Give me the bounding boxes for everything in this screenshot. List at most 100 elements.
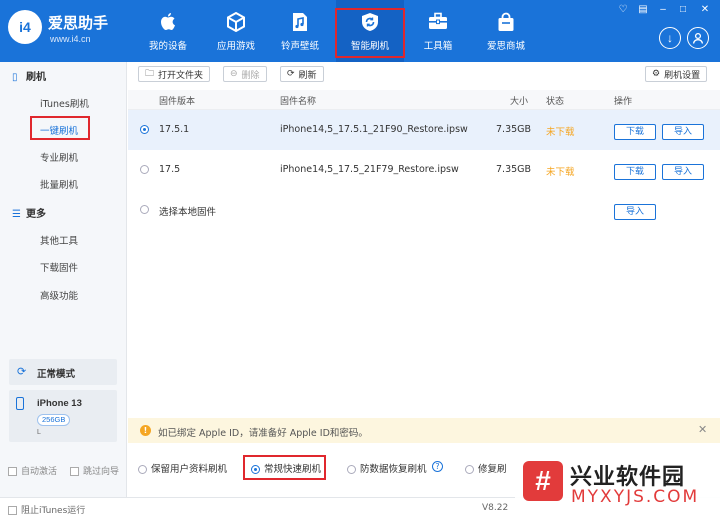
row-filename: iPhone14,5_17.5.1_21F90_Restore.ipsw (280, 124, 468, 135)
delete-icon: ⊖ (230, 69, 238, 79)
radio-circle (138, 465, 147, 474)
sidebar: ▯ 刷机 iTunes刷机 一键刷机 专业刷机 批量刷机 ☰ 更多 其他工具 下载固… (0, 62, 127, 518)
nav-apps-games[interactable]: 应用游戏 (202, 0, 270, 62)
notice-text: 如已绑定 Apple ID，请准备好 Apple ID和密码。 (158, 428, 368, 439)
row-radio[interactable] (140, 165, 149, 174)
iphone-icon (16, 397, 24, 410)
download-icon[interactable]: ↓ (659, 27, 681, 49)
nav-label: 我的设备 (148, 41, 187, 52)
row-radio[interactable] (140, 125, 149, 134)
sidebar-item-itunes-flash[interactable]: iTunes刷机 (40, 96, 89, 110)
row-filename: iPhone14,5_17.5_21F79_Restore.ipsw (280, 164, 459, 175)
notice-bar: ! 如已绑定 Apple ID，请准备好 Apple ID和密码。 ✕ (128, 418, 720, 443)
repair-option[interactable]: 修复刷 (465, 461, 507, 475)
table-header: 固件版本 固件名称 大小 状态 操作 (128, 90, 720, 110)
keep-data-option[interactable]: 保留用户资料刷机 (138, 461, 227, 475)
device-extra: L (37, 429, 41, 436)
sidebar-item-one-click-flash[interactable]: 一键刷机 (40, 123, 78, 137)
app-logo: i4 (8, 10, 42, 44)
local-firmware-row[interactable]: 选择本地固件 导入 (128, 190, 720, 230)
radio-circle (465, 465, 474, 474)
mode-label: 正常模式 (37, 369, 76, 380)
sidebar-item-batch-flash[interactable]: 批量刷机 (40, 177, 78, 191)
skin-icon[interactable]: ♡ (616, 4, 630, 15)
radio-circle (251, 465, 260, 474)
auto-activate-checkbox[interactable]: 自动激活 (8, 464, 57, 477)
nav-toolbox[interactable]: 工具箱 (404, 0, 472, 62)
checkbox-box (8, 467, 17, 476)
user-icon[interactable] (687, 27, 709, 49)
maximize-icon[interactable]: □ (676, 4, 690, 15)
open-folder-button[interactable]: 🗀 打开文件夹 (138, 66, 211, 82)
help-icon[interactable]: ? (432, 461, 443, 472)
mode-panel: ⟳ 正常模式 (9, 359, 117, 385)
toolbox-icon (428, 12, 448, 32)
music-file-icon (290, 12, 310, 32)
nav-ringtones-wallpaper[interactable]: 铃声壁纸 (266, 0, 334, 62)
col-version: 固件版本 (159, 97, 196, 107)
watermark-url: MYXYJS.COM (571, 487, 700, 507)
radio-circle (347, 465, 356, 474)
list-icon: ☰ (12, 209, 21, 220)
device-panel[interactable]: iPhone 13 256GB L (9, 390, 117, 442)
close-notice-icon[interactable]: ✕ (698, 423, 707, 436)
sidebar-item-pro-flash[interactable]: 专业刷机 (40, 150, 78, 164)
anti-recovery-option[interactable]: 防数据恢复刷机 (347, 461, 427, 475)
nav-label: 工具箱 (423, 41, 453, 52)
flash-settings-button[interactable]: ⚙ 刷机设置 (645, 66, 708, 82)
nav-my-device[interactable]: 我的设备 (134, 0, 202, 62)
import-button[interactable]: 导入 (662, 164, 704, 180)
nav-label: 爱思商城 (486, 41, 525, 52)
main-panel: 🗀 打开文件夹 ⊖ 删除 ⟳ 刷新 ⚙ 刷机设置 固件版本 固件名称 大小 状态 操作 … (128, 62, 720, 518)
top-bar: i4 爱思助手 www.i4.cn 我的设备 应用游戏 铃声壁纸 智能刷机 工具… (0, 0, 720, 62)
menu-icon[interactable]: ▤ (636, 4, 650, 15)
nav-store[interactable]: 爱思商城 (472, 0, 540, 62)
import-button[interactable]: 导入 (662, 124, 704, 140)
col-status: 状态 (546, 97, 565, 107)
checkbox-box (8, 506, 17, 515)
table-row[interactable]: 17.5.1 iPhone14,5_17.5.1_21F90_Restore.i… (128, 110, 720, 150)
version-label: V8.22 (482, 503, 509, 513)
minimize-icon[interactable]: – (656, 4, 670, 15)
skip-guide-checkbox[interactable]: 跳过向导 (70, 464, 119, 477)
close-icon[interactable]: ✕ (698, 4, 712, 15)
refresh-button[interactable]: ⟳ 刷新 (280, 66, 324, 82)
nav-label: 铃声壁纸 (280, 41, 319, 52)
refresh-icon: ⟳ (287, 69, 295, 79)
row-version: 17.5 (159, 164, 181, 175)
sidebar-item-download-firmware[interactable]: 下载固件 (40, 260, 78, 274)
table-row[interactable]: 17.5 iPhone14,5_17.5_21F79_Restore.ipsw … (128, 150, 720, 190)
download-button[interactable]: 下载 (614, 164, 656, 180)
row-radio[interactable] (140, 205, 149, 214)
checkbox-box (70, 467, 79, 476)
row-size: 7.35GB (496, 164, 532, 175)
device-name: iPhone 13 (37, 398, 82, 409)
shopping-bag-icon (496, 12, 516, 32)
sidebar-group-flash: ▯ 刷机 (12, 72, 46, 83)
folder-icon: 🗀 (145, 69, 155, 79)
brand-name: 爱思助手 (48, 14, 109, 32)
brand-site: www.i4.cn (50, 34, 91, 44)
gear-icon: ⚙ (652, 69, 661, 79)
phone-icon: ▯ (12, 72, 18, 83)
storage-badge: 256GB (37, 414, 71, 426)
row-status: 未下载 (546, 167, 575, 178)
warning-icon: ! (140, 425, 151, 436)
cube-icon (226, 11, 246, 33)
sidebar-item-advanced[interactable]: 高级功能 (40, 288, 78, 302)
delete-button[interactable]: ⊖ 删除 (223, 66, 267, 82)
block-itunes-checkbox[interactable]: 阻止iTunes运行 (8, 503, 85, 516)
col-name: 固件名称 (280, 97, 317, 107)
nav-smart-flash[interactable]: 智能刷机 (336, 0, 404, 62)
quick-flash-option[interactable]: 常规快速刷机 (251, 461, 321, 475)
import-local-button[interactable]: 导入 (614, 204, 656, 220)
apple-icon (158, 12, 178, 32)
row-size: 7.35GB (496, 124, 532, 135)
row-version: 17.5.1 (159, 124, 190, 135)
download-button[interactable]: 下载 (614, 124, 656, 140)
nav-label: 应用游戏 (216, 41, 255, 52)
col-action: 操作 (614, 97, 633, 107)
mode-icon: ⟳ (17, 366, 27, 378)
sidebar-item-other-tools[interactable]: 其他工具 (40, 233, 78, 247)
watermark: # 兴业软件园 MYXYJS.COM (515, 455, 720, 513)
